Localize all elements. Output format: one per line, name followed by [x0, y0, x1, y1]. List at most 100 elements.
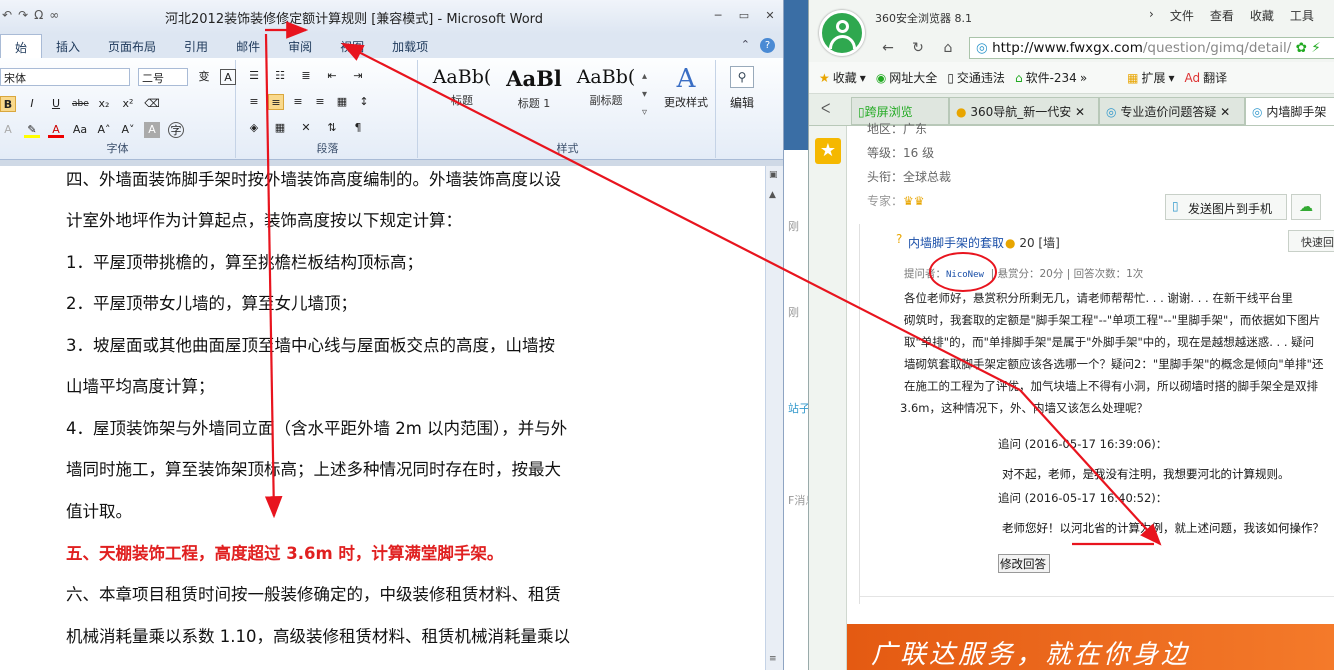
- clear-format-icon[interactable]: ⌫: [144, 96, 160, 112]
- tab-inner-scaffold[interactable]: ◎ 内墙脚手架: [1245, 97, 1334, 125]
- char-shading-icon[interactable]: A: [144, 122, 160, 138]
- italic-icon[interactable]: I: [24, 96, 40, 112]
- align-center-icon[interactable]: ≡: [268, 94, 284, 110]
- change-case-icon[interactable]: Aa: [72, 122, 88, 138]
- tab-close-icon[interactable]: ✕: [1220, 105, 1230, 119]
- fav-collect[interactable]: ★ 收藏 ▾: [819, 69, 866, 86]
- bold-icon[interactable]: B: [0, 96, 16, 112]
- quick-reply-button[interactable]: 快速回: [1288, 230, 1334, 252]
- close-icon[interactable]: ✕: [762, 9, 778, 23]
- doc-line: 四、外墙面装饰脚手架时按外墙装饰高度编制的。外墙装饰高度以设: [66, 170, 561, 189]
- sort-icon[interactable]: ⇅: [324, 120, 340, 136]
- font-name-combo[interactable]: 宋体: [0, 68, 130, 86]
- fav-site-nav[interactable]: ◉ 网址大全: [876, 69, 938, 86]
- style-heading-1[interactable]: AaBl 标题 1: [500, 66, 568, 124]
- align-right-icon[interactable]: ≡: [290, 94, 306, 110]
- ruler-toggle-icon[interactable]: ▣: [769, 170, 778, 180]
- tab-page-layout[interactable]: 页面布局: [94, 34, 170, 58]
- style-heading[interactable]: AaBb( 标题: [428, 66, 496, 124]
- tab-view[interactable]: 视图: [326, 34, 378, 58]
- green-shield-icon[interactable]: ✿: [1296, 40, 1307, 56]
- document-page[interactable]: 四、外墙面装饰脚手架时按外墙装饰高度编制的。外墙装饰高度以设 计室外地坪作为计算…: [0, 166, 765, 670]
- shrink-font-icon[interactable]: A˅: [120, 122, 136, 138]
- menu-favorites[interactable]: 收藏: [1250, 7, 1274, 24]
- scroll-grip-icon[interactable]: ≡: [769, 654, 777, 664]
- decrease-indent-icon[interactable]: ⇤: [324, 68, 340, 84]
- edit-answer-button[interactable]: 修改回答: [998, 554, 1050, 573]
- menu-file[interactable]: 文件: [1170, 7, 1194, 24]
- enclose-char-icon[interactable]: 字: [168, 122, 184, 138]
- text-effect-icon[interactable]: A: [0, 122, 16, 138]
- styles-scroll[interactable]: ▴ ▾ ▿: [642, 68, 647, 122]
- multilevel-list-icon[interactable]: ≣: [298, 68, 314, 84]
- increase-indent-icon[interactable]: ⇥: [350, 68, 366, 84]
- tab-cost-qa[interactable]: ◎ 专业造价问题答疑 ✕: [1099, 97, 1245, 125]
- fav-translate[interactable]: Ad 翻译: [1185, 69, 1228, 86]
- browser-menu: › 文件 查看 收藏 工具: [1149, 7, 1314, 24]
- tab-insert[interactable]: 插入: [42, 34, 94, 58]
- tab-review[interactable]: 审阅: [274, 34, 326, 58]
- highlight-icon[interactable]: ✎: [24, 122, 40, 138]
- favorite-star-icon[interactable]: ★: [815, 138, 841, 164]
- fav-software[interactable]: ⌂ 软件-234»: [1015, 69, 1087, 86]
- menu-view[interactable]: 查看: [1210, 7, 1234, 24]
- maximize-icon[interactable]: ▭: [736, 9, 752, 23]
- menu-arrow-icon[interactable]: ›: [1149, 7, 1154, 24]
- back-icon[interactable]: ←: [877, 38, 899, 58]
- distributed-icon[interactable]: ▦: [334, 94, 350, 110]
- collapse-ribbon-icon[interactable]: ⌃: [741, 38, 750, 53]
- subscript-icon[interactable]: x₂: [96, 96, 112, 112]
- undo-icon[interactable]: ↶: [2, 8, 12, 22]
- fav-extensions[interactable]: ▦ 扩展 ▾: [1127, 69, 1174, 86]
- infinity-icon[interactable]: ∞: [49, 8, 59, 22]
- scroll-up-icon[interactable]: ▲: [769, 190, 776, 200]
- home-icon[interactable]: ⌂: [937, 38, 959, 58]
- browser-logo[interactable]: [819, 10, 865, 56]
- edit-button[interactable]: ⚲ 编辑: [722, 66, 762, 111]
- numbering-icon[interactable]: ☷: [272, 68, 288, 84]
- tab-360-nav[interactable]: ● 360导航_新一代安 ✕: [949, 97, 1099, 125]
- change-styles-button[interactable]: A 更改样式: [660, 64, 712, 110]
- refresh-icon[interactable]: ↻: [907, 38, 929, 58]
- show-marks-icon[interactable]: ¶: [350, 120, 366, 136]
- superscript-icon[interactable]: x²: [120, 96, 136, 112]
- question-title[interactable]: 内墙脚手架的套取: [908, 234, 1004, 251]
- grow-font-icon[interactable]: A˄: [96, 122, 112, 138]
- char-border-icon[interactable]: A: [220, 69, 236, 85]
- menu-tools[interactable]: 工具: [1290, 7, 1314, 24]
- tab-home[interactable]: 始: [0, 34, 43, 58]
- url-bar[interactable]: ◎ http://www.fwxgx.com/question/gimq/det…: [969, 37, 1334, 59]
- font-size-combo[interactable]: 二号: [138, 68, 188, 86]
- tab-close-icon[interactable]: ✕: [1075, 105, 1085, 119]
- shading-icon[interactable]: ◈: [246, 120, 262, 136]
- omega-icon[interactable]: Ω: [34, 8, 43, 22]
- cloud-icon[interactable]: ☁: [1291, 194, 1321, 220]
- fav-traffic[interactable]: ▯ 交通违法: [947, 69, 1005, 86]
- bullets-icon[interactable]: ☰: [246, 68, 262, 84]
- minimize-icon[interactable]: ─: [710, 9, 726, 23]
- underline-icon[interactable]: U: [48, 96, 64, 112]
- tab-references[interactable]: 引用: [170, 34, 222, 58]
- redo-icon[interactable]: ↷: [18, 8, 28, 22]
- asker-name[interactable]: NicoNew: [946, 270, 984, 280]
- chinese-layout-icon[interactable]: ✕: [298, 120, 314, 136]
- borders-icon[interactable]: ▦: [272, 120, 288, 136]
- strikethrough-icon[interactable]: abe: [72, 96, 89, 112]
- style-subtitle[interactable]: AaBb( 副标题: [572, 66, 640, 124]
- tab-mailings[interactable]: 邮件: [222, 34, 274, 58]
- styles-group: AaBb( 标题 AaBl 标题 1 AaBb( 副标题 ▴ ▾ ▿ A 更改样式 …: [420, 60, 716, 158]
- tab-addins[interactable]: 加载项: [378, 34, 442, 58]
- tabs-back-icon[interactable]: ᐸ: [821, 102, 830, 117]
- profile-expert: 专家：♛♛: [867, 194, 925, 208]
- ad-banner[interactable]: 广联达服务，就在你身边: [847, 624, 1334, 670]
- justify-icon[interactable]: ≡: [312, 94, 328, 110]
- word-vertical-scrollbar[interactable]: ▣ ▲ ≡: [765, 166, 783, 670]
- help-icon[interactable]: ?: [760, 38, 775, 53]
- lightning-icon[interactable]: ⚡: [1311, 40, 1320, 56]
- font-color-icon[interactable]: A: [48, 122, 64, 138]
- phonetic-icon[interactable]: 变: [196, 69, 212, 85]
- font-group-label: 字体: [106, 142, 129, 155]
- line-spacing-icon[interactable]: ↕: [356, 94, 372, 110]
- align-left-icon[interactable]: ≡: [246, 94, 262, 110]
- send-image-button[interactable]: ▯ 发送图片到手机: [1165, 194, 1287, 220]
